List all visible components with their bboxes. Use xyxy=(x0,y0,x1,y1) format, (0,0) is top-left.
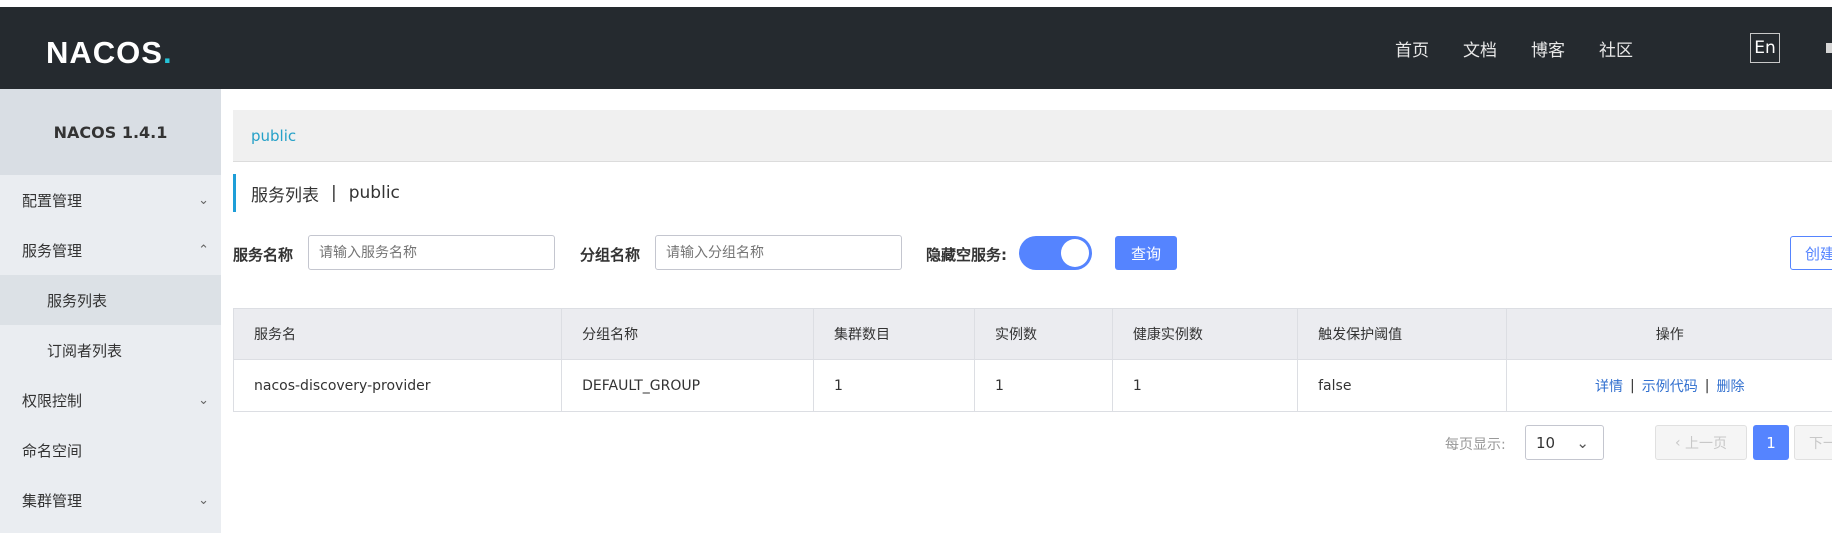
service-table: 服务名 分组名称 集群数目 实例数 健康实例数 触发保护阈值 操作 nacos-… xyxy=(233,308,1832,412)
namespace-link[interactable]: public xyxy=(251,127,296,145)
table-row: nacos-discovery-provider DEFAULT_GROUP 1… xyxy=(234,360,1832,411)
table-cell: 1 xyxy=(1113,360,1299,411)
sidebar-item-label: 服务管理 xyxy=(22,241,83,260)
column-header: 触发保护阈值 xyxy=(1298,309,1508,359)
hide-empty-toggle[interactable] xyxy=(1019,236,1092,270)
delete-link[interactable]: 删除 xyxy=(1716,376,1744,396)
nav-home[interactable]: 首页 xyxy=(1395,36,1429,61)
table-cell: DEFAULT_GROUP xyxy=(562,360,814,411)
sidebar-item-subscriber-list[interactable]: 订阅者列表 xyxy=(0,325,221,375)
logo-dot: . xyxy=(162,35,173,70)
chevron-left-icon: ‹ xyxy=(1674,434,1686,451)
toggle-knob xyxy=(1061,239,1089,267)
sidebar: NACOS 1.4.1 配置管理 ⌄ 服务管理 ⌃ 服务列表 订阅者列表 权限控… xyxy=(0,89,221,533)
service-name-label: 服务名称 xyxy=(233,246,294,264)
sample-code-link[interactable]: 示例代码 xyxy=(1642,376,1698,396)
truncated-nav-icon xyxy=(1826,43,1832,53)
chevron-up-icon: ⌃ xyxy=(198,242,209,258)
table-cell: false xyxy=(1298,360,1508,411)
page-title-namespace: public xyxy=(348,183,400,203)
sidebar-item-cluster-management[interactable]: 集群管理 ⌄ xyxy=(0,475,221,525)
page-size-label: 每页显示: xyxy=(1445,437,1506,453)
sidebar-item-service-management[interactable]: 服务管理 ⌃ xyxy=(0,225,221,275)
hide-empty-label: 隐藏空服务: xyxy=(926,246,1007,264)
page-title-text: 服务列表 xyxy=(251,185,319,206)
current-page-button[interactable]: 1 xyxy=(1753,425,1789,460)
chevron-down-icon: ⌄ xyxy=(1576,434,1589,452)
pagination: 每页显示: 10 ⌄ ‹ 上一页 1 下一页 xyxy=(0,425,1832,461)
sidebar-item-label: 服务列表 xyxy=(47,291,108,310)
table-cell: nacos-discovery-provider xyxy=(234,360,563,411)
page-size-value: 10 xyxy=(1536,433,1556,452)
sidebar-item-service-list[interactable]: 服务列表 xyxy=(0,275,221,325)
chevron-down-icon: ⌄ xyxy=(198,492,209,508)
page-size-select[interactable]: 10 ⌄ xyxy=(1525,425,1604,460)
top-header: NACOS. 首页 文档 博客 社区 En xyxy=(0,7,1832,89)
search-form: 服务名称 分组名称 隐藏空服务: 查询 创建 xyxy=(233,235,1832,271)
column-header: 分组名称 xyxy=(562,309,814,359)
chevron-down-icon: ⌄ xyxy=(198,192,209,208)
table-cell: 1 xyxy=(975,360,1113,411)
table-cell: 1 xyxy=(814,360,976,411)
create-service-button[interactable]: 创建 xyxy=(1790,236,1832,270)
query-button[interactable]: 查询 xyxy=(1115,236,1177,270)
detail-link[interactable]: 详情 xyxy=(1595,376,1623,396)
service-name-input[interactable] xyxy=(308,235,555,270)
top-nav: 首页 文档 博客 社区 xyxy=(1395,7,1667,89)
action-separator: | xyxy=(1704,377,1710,394)
column-header: 健康实例数 xyxy=(1113,309,1299,359)
sidebar-item-label: 集群管理 xyxy=(22,491,83,510)
nav-community[interactable]: 社区 xyxy=(1599,36,1633,61)
nav-blog[interactable]: 博客 xyxy=(1531,36,1565,61)
language-toggle-button[interactable]: En xyxy=(1750,33,1780,63)
prev-page-label: 上一页 xyxy=(1685,435,1728,452)
sidebar-item-label: 订阅者列表 xyxy=(47,341,123,360)
column-header: 实例数 xyxy=(975,309,1113,359)
nav-docs[interactable]: 文档 xyxy=(1463,36,1497,61)
page-title: 服务列表 | public xyxy=(233,174,400,212)
column-header: 服务名 xyxy=(234,309,563,359)
sidebar-item-label: 配置管理 xyxy=(22,191,83,210)
sidebar-item-config-management[interactable]: 配置管理 ⌄ xyxy=(0,175,221,225)
namespace-bar: public xyxy=(233,110,1832,162)
title-separator: | xyxy=(331,183,337,203)
prev-page-button[interactable]: ‹ 上一页 xyxy=(1655,425,1747,460)
logo-text: NACOS xyxy=(46,35,163,70)
action-separator: | xyxy=(1630,377,1635,394)
next-page-button[interactable]: 下一页 xyxy=(1794,425,1832,460)
table-header: 服务名 分组名称 集群数目 实例数 健康实例数 触发保护阈值 操作 xyxy=(234,309,1832,360)
table-cell-actions: 详情 | 示例代码 | 删除 xyxy=(1507,360,1832,411)
sidebar-title: NACOS 1.4.1 xyxy=(0,89,221,175)
group-name-input[interactable] xyxy=(655,235,902,270)
nacos-logo[interactable]: NACOS. xyxy=(46,35,173,71)
chevron-down-icon: ⌄ xyxy=(198,392,209,408)
column-header: 操作 xyxy=(1655,327,1684,343)
group-name-label: 分组名称 xyxy=(580,246,641,264)
sidebar-item-label: 权限控制 xyxy=(22,391,83,410)
column-header: 集群数目 xyxy=(814,309,976,359)
sidebar-item-access-control[interactable]: 权限控制 ⌄ xyxy=(0,375,221,425)
